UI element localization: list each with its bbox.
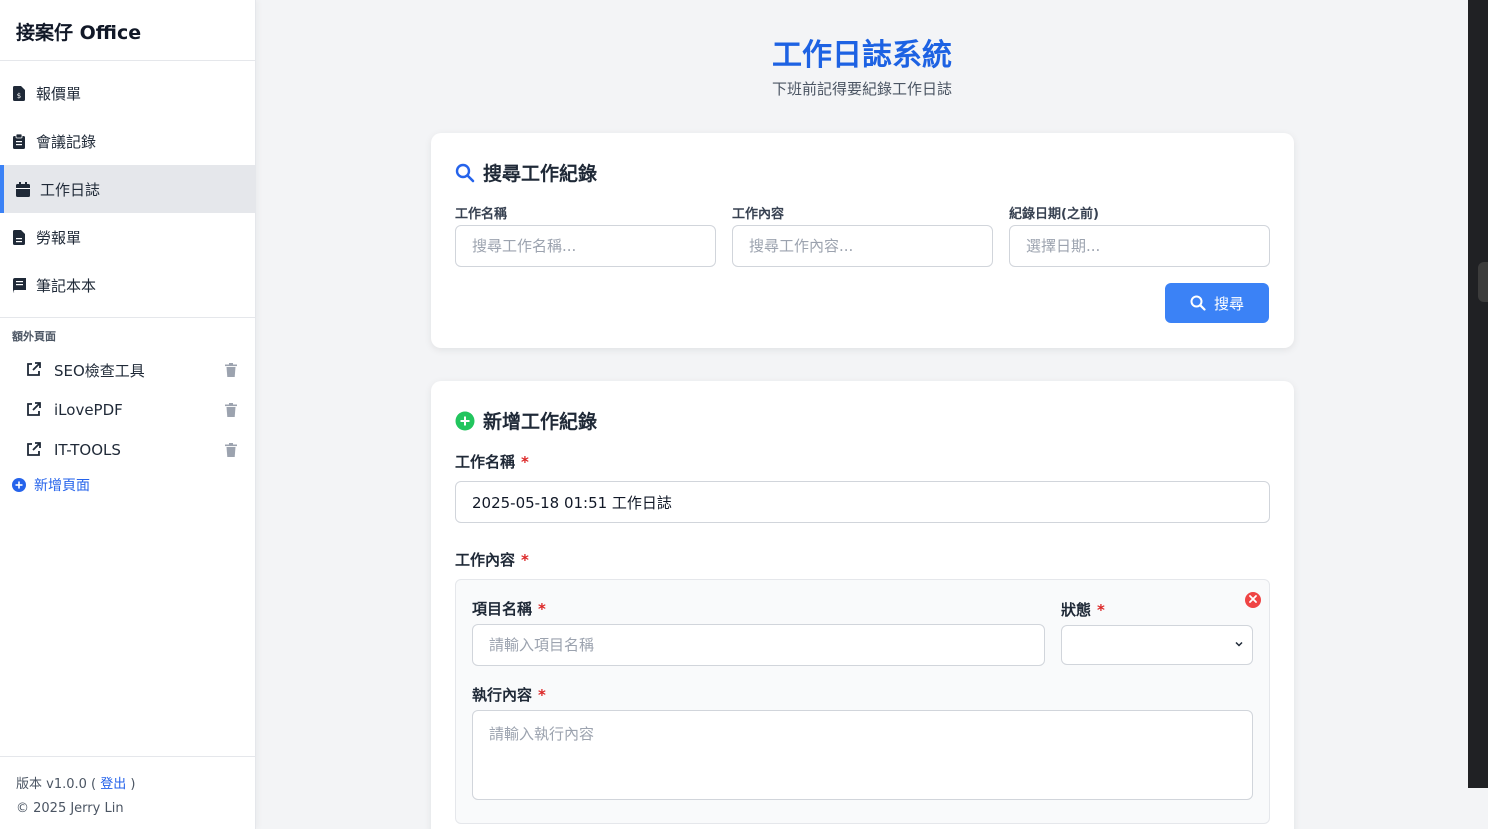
plus-circle-icon (455, 411, 475, 431)
book-icon (12, 277, 26, 293)
sidebar-footer: 版本 v1.0.0 ( 登出 ) © 2025 Jerry Lin (0, 756, 256, 829)
external-link-icon (26, 362, 42, 378)
work-item-box: 項目名稱 * 狀態 * 執行內容 * 請輸入執行內容 (455, 579, 1270, 824)
search-card: 搜尋工作紀錄 工作名稱 工作內容 紀錄日期(之前) 搜尋 (431, 133, 1294, 348)
required-mark: * (521, 453, 529, 471)
sidebar-nav: $ 報價單 會議記錄 工作日誌 勞報單 筆記本本 (0, 61, 255, 309)
extra-item-label: IT-TOOLS (54, 441, 121, 459)
sidebar-item-worklog[interactable]: 工作日誌 (0, 165, 255, 213)
side-panel-tab[interactable] (1478, 262, 1488, 302)
extra-item-it-tools[interactable]: IT-TOOLS (0, 430, 255, 470)
plus-circle-icon (12, 478, 26, 492)
extra-item-label: iLovePDF (54, 401, 123, 419)
search-button[interactable]: 搜尋 (1165, 283, 1269, 323)
required-mark: * (538, 686, 546, 704)
required-mark: * (521, 551, 529, 569)
invoice-dollar-icon: $ (12, 85, 26, 101)
brand-title: 接案仔 Office (0, 0, 255, 61)
external-link-icon (26, 402, 42, 418)
sidebar-item-notebook[interactable]: 筆記本本 (0, 261, 255, 309)
document-icon (12, 229, 26, 245)
extra-item-seo[interactable]: SEO檢查工具 (0, 350, 255, 390)
search-name-input[interactable] (455, 225, 716, 267)
main-content: 工作日誌系統 下班前記得要紀錄工作日誌 搜尋工作紀錄 工作名稱 工作內容 紀錄日… (256, 0, 1468, 829)
clipboard-icon (12, 133, 26, 149)
search-content-input[interactable] (732, 225, 993, 267)
page-title: 工作日誌系統 (772, 38, 952, 73)
version-text: 版本 v1.0.0 ( (16, 777, 97, 792)
status-label: 狀態 * (1061, 599, 1105, 620)
status-select[interactable] (1061, 625, 1253, 665)
add-page-button[interactable]: 新增頁面 (0, 470, 255, 500)
sidebar-item-label: 報價單 (36, 84, 82, 103)
project-name-label-text: 項目名稱 (472, 600, 533, 618)
add-card-title: 新增工作紀錄 (455, 407, 597, 434)
extra-item-ilovepdf[interactable]: iLovePDF (0, 390, 255, 430)
search-icon (455, 163, 475, 183)
trash-icon[interactable] (225, 403, 237, 417)
add-page-label: 新增頁面 (34, 478, 90, 494)
version-line: 版本 v1.0.0 ( 登出 ) (16, 773, 240, 797)
sidebar: 接案仔 Office $ 報價單 會議記錄 工作日誌 勞報單 筆記本本 額外頁面… (0, 0, 256, 829)
copyright-text: © 2025 Jerry Lin (16, 801, 124, 816)
add-record-card: 新增工作紀錄 工作名稱 * 工作內容 * 項目名稱 * 狀態 * (431, 381, 1294, 829)
version-suffix: ) (130, 777, 136, 792)
status-label-text: 狀態 (1061, 601, 1092, 619)
search-content-label: 工作內容 (732, 207, 785, 222)
search-date-input[interactable] (1009, 225, 1270, 267)
project-name-input[interactable] (472, 624, 1045, 666)
search-button-label: 搜尋 (1213, 294, 1244, 313)
external-link-icon (26, 442, 42, 458)
trash-icon[interactable] (225, 363, 237, 377)
work-content-label-text: 工作內容 (455, 551, 516, 569)
search-date-label: 紀錄日期(之前) (1009, 207, 1099, 222)
search-name-label: 工作名稱 (455, 207, 508, 222)
add-card-title-text: 新增工作紀錄 (483, 411, 598, 433)
sidebar-item-labor-report[interactable]: 勞報單 (0, 213, 255, 261)
search-icon (1190, 295, 1206, 311)
work-name-input[interactable] (455, 481, 1270, 523)
extra-pages-title: 額外頁面 (12, 330, 56, 343)
sidebar-item-label: 勞報單 (36, 228, 82, 247)
page-subtitle: 下班前記得要紀錄工作日誌 (771, 80, 952, 98)
sidebar-item-meeting[interactable]: 會議記錄 (0, 117, 255, 165)
sidebar-item-label: 工作日誌 (40, 180, 101, 199)
chevron-down-icon (1234, 639, 1244, 649)
required-mark: * (538, 600, 546, 618)
work-name-label: 工作名稱 * (455, 451, 529, 472)
sidebar-item-label: 會議記錄 (36, 132, 97, 151)
remove-item-button[interactable] (1245, 592, 1261, 608)
exec-content-label-text: 執行內容 (472, 686, 533, 704)
work-name-label-text: 工作名稱 (455, 453, 516, 471)
sidebar-item-quotation[interactable]: $ 報價單 (0, 69, 255, 117)
logout-link[interactable]: 登出 (100, 777, 126, 792)
search-card-title-text: 搜尋工作紀錄 (483, 163, 598, 185)
required-mark: * (1097, 601, 1105, 619)
svg-text:$: $ (17, 92, 21, 100)
work-content-label: 工作內容 * (455, 549, 529, 570)
exec-content-label: 執行內容 * (472, 684, 546, 705)
extra-item-label: SEO檢查工具 (54, 361, 145, 380)
calendar-icon (16, 181, 30, 197)
exec-content-textarea[interactable]: 請輸入執行內容 (472, 710, 1253, 800)
window-edge (1468, 0, 1488, 788)
sidebar-item-label: 筆記本本 (36, 276, 97, 295)
close-icon (1249, 594, 1257, 606)
project-name-label: 項目名稱 * (472, 598, 546, 619)
trash-icon[interactable] (225, 443, 237, 457)
search-card-title: 搜尋工作紀錄 (455, 159, 597, 186)
